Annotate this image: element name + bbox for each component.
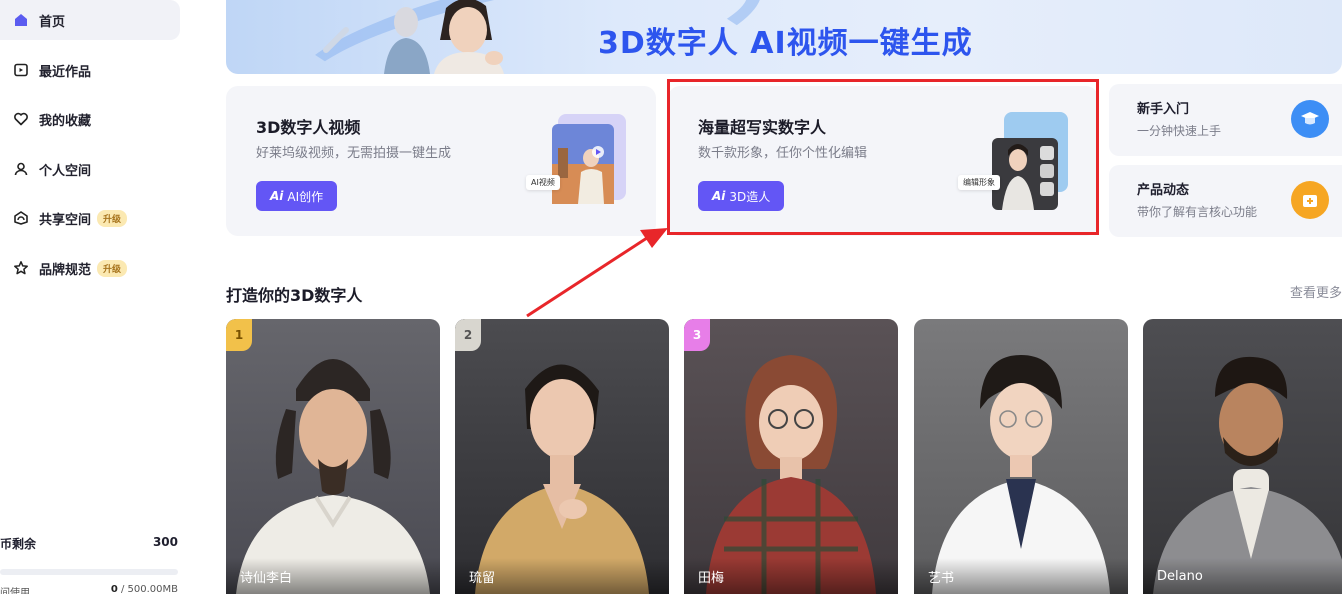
heart-icon — [12, 110, 30, 128]
graduation-cap-icon — [1291, 100, 1329, 138]
avatar-card[interactable]: 1 诗仙李白 — [226, 319, 440, 594]
rank-badge: 1 — [226, 319, 252, 351]
storage-value: 0 / 500.00MB — [111, 584, 178, 594]
storage-progress-bar — [0, 569, 178, 575]
side-card-subtitle: 一分钟快速上手 — [1137, 124, 1222, 138]
create-3d-avatar-button[interactable]: Ai 3D造人 — [698, 181, 785, 211]
section-title: 打造你的3D数字人 — [226, 286, 363, 305]
sidebar-item-label: 首页 — [39, 14, 66, 30]
ai-create-button[interactable]: Ai AI创作 — [256, 181, 338, 211]
avatar-card[interactable]: 3 田梅 — [684, 319, 898, 594]
sidebar-item-personal-space[interactable]: 个人空间 — [0, 149, 180, 189]
upgrade-badge[interactable]: 升级 — [97, 259, 128, 277]
avatar-portrait — [914, 319, 1128, 594]
credits-row: 币剩余 300 — [0, 535, 178, 552]
card-title: 海量超写实数字人 — [698, 118, 827, 137]
ai-create-button-label: AI创作 — [287, 189, 324, 204]
avatar-portrait — [1143, 319, 1342, 594]
credits-value: 300 — [152, 535, 178, 549]
avatar-name: 艺书 — [914, 558, 1128, 594]
storage-label: 间使用 — [0, 588, 30, 594]
side-card-title: 产品动态 — [1137, 183, 1190, 198]
upgrade-badge[interactable]: 升级 — [97, 209, 128, 227]
sidebar-item-home[interactable]: 首页 — [0, 0, 180, 40]
card-subtitle: 好莱坞级视频，无需拍摄一键生成 — [256, 146, 452, 161]
avatar-name: 琉留 — [455, 558, 669, 594]
card-realistic-avatars[interactable]: 海量超写实数字人 数千款形象，任你个性化编辑 Ai 3D造人 编辑形象 — [668, 86, 1098, 236]
avatar-portrait — [226, 319, 440, 594]
view-more-link[interactable]: 查看更多 — [1290, 282, 1342, 301]
sidebar-item-favorites[interactable]: 我的收藏 — [0, 99, 180, 139]
card-subtitle: 数千款形象，任你个性化编辑 — [698, 146, 868, 161]
ai-logo-icon: Ai — [270, 189, 284, 203]
sidebar-item-label: 共享空间 — [39, 212, 92, 228]
ai-logo-icon: Ai — [712, 189, 726, 203]
avatar-card[interactable]: 2 琉留 — [455, 319, 669, 594]
storage-total: / 500.00MB — [117, 584, 178, 594]
avatar-portrait — [684, 319, 898, 594]
avatar-name: 诗仙李白 — [226, 558, 440, 594]
recent-works-icon — [12, 61, 30, 79]
avatar-name: 田梅 — [684, 558, 898, 594]
avatar-card[interactable]: 艺书 — [914, 319, 1128, 594]
sidebar-item-label: 个人空间 — [39, 163, 92, 179]
user-icon — [12, 160, 30, 178]
card-3d-video[interactable]: 3D数字人视频 好莱坞级视频，无需拍摄一键生成 Ai AI创作 AI视频 — [226, 86, 656, 236]
video-preview-illustration — [552, 114, 626, 204]
side-card-getting-started[interactable]: 新手入门 一分钟快速上手 — [1109, 84, 1342, 156]
avatar-portrait — [455, 319, 669, 594]
sidebar: 首页 最近作品 我的收藏 个人空间 共享空间 升级 品牌规范 升级 币剩余 30… — [0, 0, 200, 594]
sidebar-item-shared-space[interactable]: 共享空间 升级 — [0, 198, 180, 238]
sidebar-item-label: 我的收藏 — [39, 113, 92, 129]
card-title: 3D数字人视频 — [256, 118, 361, 137]
sidebar-item-label: 最近作品 — [39, 64, 92, 80]
banner-title: 3D数字人 AI视频一键生成 — [598, 26, 973, 61]
ai-video-tag: AI视频 — [526, 175, 560, 190]
promo-banner[interactable]: 3D数字人 AI视频一键生成 — [226, 0, 1342, 74]
brand-star-icon — [12, 259, 30, 277]
create-3d-avatar-button-label: 3D造人 — [729, 189, 771, 204]
shared-space-icon — [12, 209, 30, 227]
side-card-subtitle: 带你了解有言核心功能 — [1137, 205, 1258, 219]
avatar-card[interactable]: Delano — [1143, 319, 1342, 594]
storage-used: 0 — [110, 584, 118, 594]
side-card-title: 新手入门 — [1137, 102, 1190, 117]
edit-avatar-tag: 编辑形象 — [958, 175, 1000, 190]
home-icon — [12, 11, 30, 29]
sidebar-item-brand[interactable]: 品牌规范 升级 — [0, 248, 180, 288]
rank-badge: 3 — [684, 319, 710, 351]
storage-row: 间使用 0 / 500.00MB — [0, 584, 178, 594]
sidebar-item-recent-works[interactable]: 最近作品 — [0, 50, 180, 90]
banner-people-illustration — [323, 0, 504, 74]
credits-label: 币剩余 — [0, 537, 37, 551]
avatar-name: Delano — [1143, 558, 1342, 594]
side-card-product-news[interactable]: 产品动态 带你了解有言核心功能 — [1109, 165, 1342, 237]
rank-badge: 2 — [455, 319, 481, 351]
product-news-icon — [1291, 181, 1329, 219]
sidebar-item-label: 品牌规范 — [39, 262, 92, 278]
avatar-edit-illustration — [992, 112, 1068, 210]
